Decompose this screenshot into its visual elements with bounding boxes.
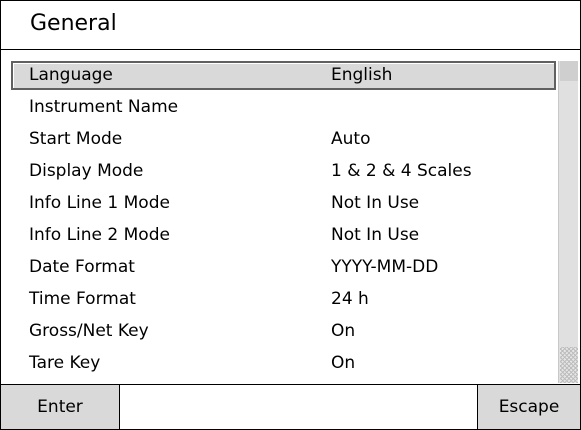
- settings-row-instrument-name[interactable]: Instrument Name: [11, 93, 556, 122]
- settings-row-info-line-1-mode[interactable]: Info Line 1 Mode Not In Use: [11, 189, 556, 218]
- settings-row-time-format[interactable]: Time Format 24 h: [11, 285, 556, 314]
- escape-button[interactable]: Escape: [477, 385, 580, 429]
- setting-name: Date Format: [29, 257, 135, 277]
- setting-name: Language: [29, 65, 113, 85]
- setting-value: 1 & 2 & 4 Scales: [331, 161, 472, 181]
- enter-button[interactable]: Enter: [1, 385, 120, 429]
- settings-row-info-line-2-mode[interactable]: Info Line 2 Mode Not In Use: [11, 221, 556, 250]
- setting-name: Info Line 1 Mode: [29, 193, 170, 213]
- setting-value: Not In Use: [331, 225, 420, 245]
- setting-name: Tare Key: [29, 353, 101, 373]
- setting-value: On: [331, 353, 356, 373]
- settings-row-display-mode[interactable]: Display Mode 1 & 2 & 4 Scales: [11, 157, 556, 186]
- vertical-scrollbar[interactable]: [558, 61, 578, 383]
- settings-row-gross-net-key[interactable]: Gross/Net Key On: [11, 317, 556, 346]
- settings-list: Language English Instrument Name Start M…: [11, 61, 556, 383]
- setting-value: Auto: [331, 129, 371, 149]
- settings-row-language[interactable]: Language English: [11, 61, 556, 90]
- setting-name: Info Line 2 Mode: [29, 225, 170, 245]
- setting-name: Instrument Name: [29, 97, 179, 117]
- setting-value: On: [331, 321, 356, 341]
- setting-name: Start Mode: [29, 129, 123, 149]
- scrollbar-track-hatch: [560, 347, 578, 383]
- scrollbar-thumb[interactable]: [560, 61, 578, 81]
- setting-value: YYYY-MM-DD: [331, 257, 439, 277]
- setting-name: Gross/Net Key: [29, 321, 149, 341]
- softkey-bar: Enter Escape: [1, 384, 580, 429]
- setting-name: Display Mode: [29, 161, 144, 181]
- settings-row-start-mode[interactable]: Start Mode Auto: [11, 125, 556, 154]
- setting-value: English: [331, 65, 393, 85]
- settings-row-tare-key[interactable]: Tare Key On: [11, 349, 556, 378]
- setting-value: Not In Use: [331, 193, 420, 213]
- general-settings-window: General Language English Instrument Name…: [0, 0, 581, 430]
- setting-name: Time Format: [29, 289, 136, 309]
- page-title: General: [30, 11, 117, 36]
- title-bar: General: [1, 1, 580, 50]
- setting-value: 24 h: [331, 289, 369, 309]
- settings-row-date-format[interactable]: Date Format YYYY-MM-DD: [11, 253, 556, 282]
